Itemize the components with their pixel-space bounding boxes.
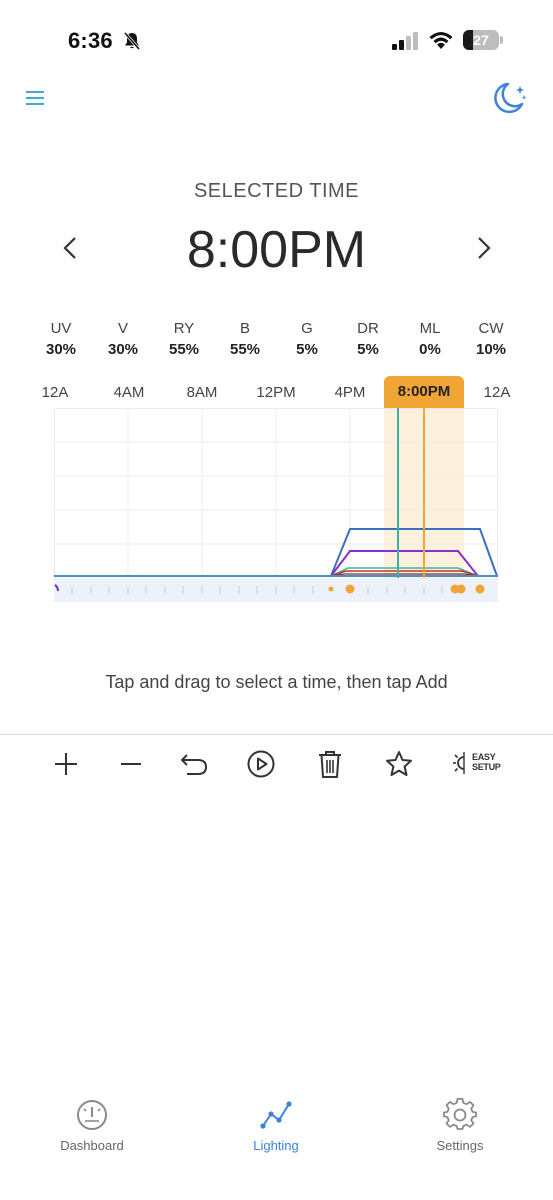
divider	[0, 734, 553, 735]
channel-value: 5%	[357, 341, 379, 358]
play-button[interactable]	[241, 744, 281, 784]
nav-settings[interactable]: Settings	[390, 1098, 530, 1153]
time-axis: 12A 4AM 8AM 12PM 4PM 8:00PM 12A	[0, 376, 553, 408]
selected-time-label: SELECTED TIME	[193, 180, 360, 202]
channel-values: UV 30% V 30% RY 55% B 55% G 5% DR 5% ML …	[30, 320, 523, 360]
favorite-button[interactable]	[379, 744, 419, 784]
tick-label: 12PM	[256, 384, 296, 401]
trash-icon	[319, 751, 341, 778]
moon-stars-icon[interactable]	[489, 80, 529, 116]
battery-percent: 27	[473, 32, 489, 48]
remove-button[interactable]	[111, 744, 151, 784]
toolbar: EASY SETUP	[0, 740, 553, 786]
channel-ry: RY 55%	[153, 320, 215, 358]
schedule-point	[345, 584, 355, 594]
line-chart-icon	[260, 1101, 292, 1129]
gauge-icon	[77, 1100, 107, 1130]
star-icon	[386, 751, 412, 776]
bottom-nav: Dashboard Lighting Settings	[0, 1098, 553, 1168]
channel-name: CW	[478, 320, 504, 337]
add-button[interactable]	[46, 744, 86, 784]
status-time: 6:36	[68, 28, 113, 53]
nav-lighting[interactable]: Lighting	[206, 1098, 346, 1153]
channel-b: B 55%	[214, 320, 276, 358]
channel-uv: UV 30%	[30, 320, 92, 358]
gear-icon	[443, 1098, 477, 1130]
channel-name: ML	[419, 320, 441, 337]
channel-value: 30%	[45, 341, 77, 358]
nav-settings-label: Settings	[436, 1138, 484, 1153]
easy-setup-label: EASY SETUP	[472, 752, 501, 772]
channel-value: 55%	[229, 341, 261, 358]
channel-value: 10%	[475, 341, 507, 358]
hamburger-menu-icon[interactable]	[24, 88, 46, 108]
bell-muted-icon	[123, 32, 141, 50]
battery-indicator: 27	[463, 30, 503, 50]
tick-label: 4AM	[113, 384, 145, 401]
undo-icon	[181, 754, 208, 775]
easy-setup-button[interactable]: EASY SETUP	[452, 750, 508, 778]
channel-name: G	[301, 320, 313, 337]
chevron-right-icon[interactable]	[468, 230, 498, 266]
wifi-icon	[429, 32, 453, 49]
channel-name: DR	[357, 320, 379, 337]
nav-dashboard-label: Dashboard	[60, 1138, 124, 1153]
schedule-point	[456, 584, 466, 594]
schedule-point	[328, 586, 334, 592]
minus-icon	[121, 763, 141, 765]
channel-value: 55%	[168, 341, 200, 358]
selected-time-marker[interactable]: 8:00PM	[384, 376, 464, 408]
channel-ml: ML 0%	[399, 320, 461, 358]
channel-name: RY	[173, 320, 195, 337]
undo-button[interactable]	[174, 744, 214, 784]
channel-cw: CW 10%	[460, 320, 522, 358]
tick-label: 4PM	[334, 384, 366, 401]
tick-label: 12A	[41, 384, 69, 401]
channel-name: B	[239, 320, 250, 337]
channel-name: UV	[50, 320, 72, 337]
nav-dashboard[interactable]: Dashboard	[22, 1098, 162, 1153]
cellular-signal-icon	[392, 32, 418, 50]
delete-button[interactable]	[310, 744, 350, 784]
nav-lighting-label: Lighting	[253, 1138, 299, 1153]
easy-setup-line2: SETUP	[472, 762, 501, 772]
hint-text: Tap and drag to select a time, then tap …	[105, 672, 448, 692]
chevron-left-icon[interactable]	[56, 230, 86, 266]
easy-setup-line1: EASY	[472, 752, 496, 762]
schedule-point	[475, 584, 485, 594]
lighting-schedule-chart[interactable]	[54, 408, 498, 602]
channel-value: 0%	[419, 341, 441, 358]
channel-name: V	[117, 320, 128, 337]
status-bar: 6:36 27	[0, 0, 553, 80]
channel-g: G 5%	[276, 320, 338, 358]
channel-v: V 30%	[92, 320, 154, 358]
channel-value: 5%	[296, 341, 318, 358]
channel-dr: DR 5%	[337, 320, 399, 358]
channel-value: 30%	[107, 341, 139, 358]
play-circle-icon	[247, 750, 275, 778]
sun-half-icon	[453, 752, 465, 774]
tick-label: 12A	[483, 384, 511, 401]
tick-label: 8AM	[186, 384, 218, 401]
plus-icon	[55, 753, 77, 775]
